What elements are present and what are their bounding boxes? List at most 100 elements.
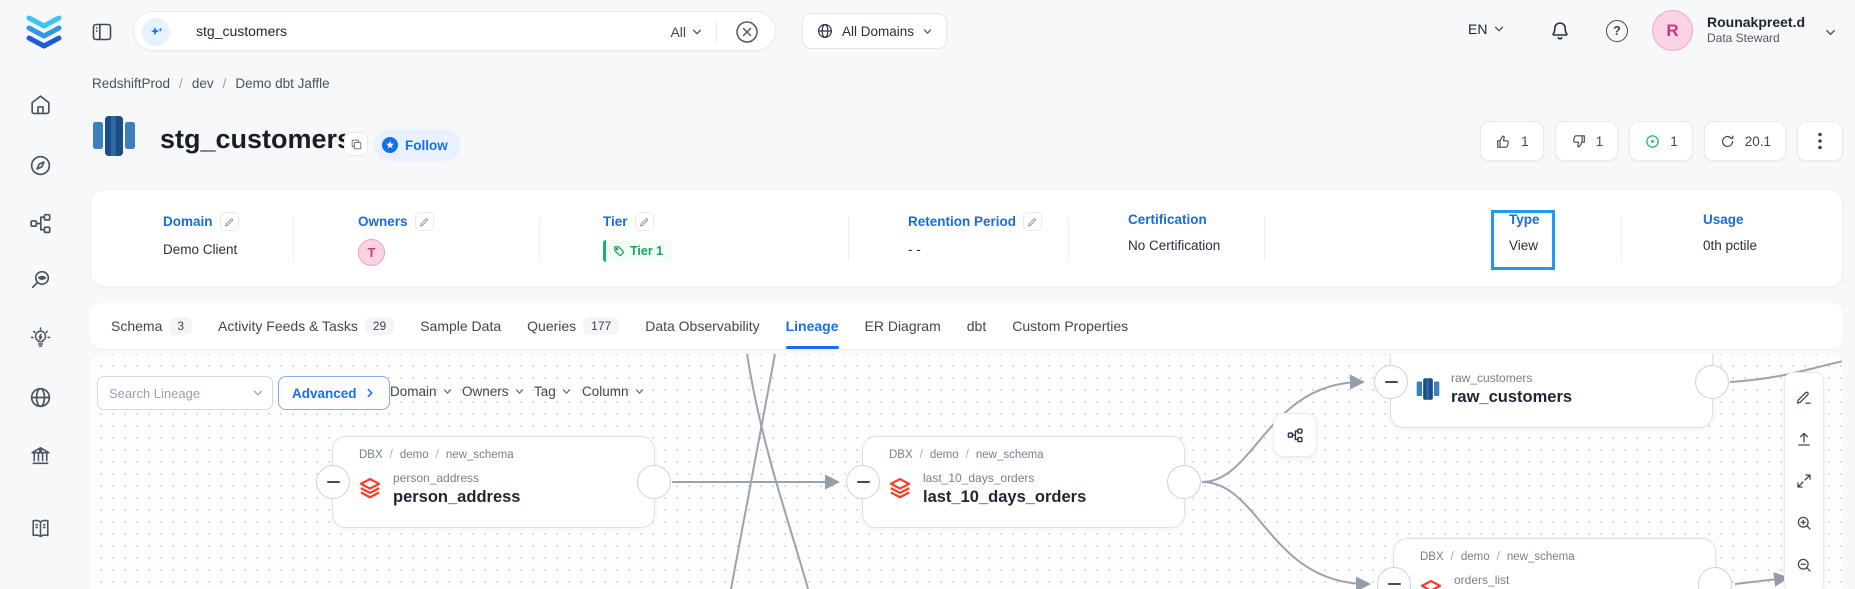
all-domains-button[interactable]: All Domains bbox=[802, 13, 947, 49]
sidebar-item-govern[interactable] bbox=[28, 443, 53, 468]
node-output-handle[interactable] bbox=[1698, 567, 1732, 589]
breadcrumb: RedshiftProd / dev / Demo dbt Jaffle bbox=[92, 76, 330, 91]
openmetadata-logo-icon[interactable] bbox=[24, 10, 64, 52]
lineage-search-input[interactable] bbox=[97, 376, 273, 410]
edit-domain-icon[interactable] bbox=[220, 212, 239, 231]
fullscreen-icon[interactable] bbox=[1789, 465, 1819, 496]
sidebar-item-explore[interactable] bbox=[28, 153, 53, 178]
follow-button[interactable]: ★ Follow bbox=[374, 129, 461, 161]
node-output-handle[interactable] bbox=[637, 465, 671, 499]
tier-badge[interactable]: Tier 1 bbox=[603, 240, 672, 262]
user-avatar[interactable]: R bbox=[1652, 10, 1693, 51]
search-scope-dropdown[interactable]: All bbox=[670, 12, 703, 52]
certification-label[interactable]: Certification bbox=[1128, 212, 1207, 227]
retention-label[interactable]: Retention Period bbox=[908, 214, 1016, 229]
collapse-upstream-handle[interactable] bbox=[846, 465, 880, 499]
tab-activity-feeds[interactable]: Activity Feeds & Tasks 29 bbox=[218, 303, 394, 349]
kebab-menu-icon bbox=[1818, 132, 1822, 150]
node-database: demo bbox=[1461, 551, 1490, 563]
node-display-name: person_address bbox=[393, 488, 520, 507]
usage-value: 0th pctile bbox=[1703, 238, 1757, 253]
tab-schema[interactable]: Schema 3 bbox=[111, 303, 192, 349]
owner-avatar[interactable]: T bbox=[358, 239, 385, 266]
breadcrumb-service[interactable]: RedshiftProd bbox=[92, 76, 170, 91]
user-menu[interactable]: Rounakpreet.d Data Steward bbox=[1707, 13, 1805, 47]
tasks-button[interactable]: 1 bbox=[1629, 121, 1693, 161]
edit-lineage-icon[interactable] bbox=[1789, 381, 1819, 412]
sidebar-item-home[interactable] bbox=[28, 92, 53, 117]
sidebar-item-domains[interactable] bbox=[28, 385, 53, 410]
language-dropdown[interactable]: EN bbox=[1468, 21, 1505, 37]
task-target-icon bbox=[1644, 133, 1661, 150]
lineage-filter-tag[interactable]: Tag bbox=[534, 384, 572, 399]
avatar-initial: R bbox=[1666, 21, 1678, 41]
upvote-button[interactable]: 1 bbox=[1480, 121, 1544, 161]
node-display-name: last_10_days_orders bbox=[923, 488, 1086, 507]
help-icon[interactable]: ? bbox=[1606, 20, 1628, 42]
task-count: 1 bbox=[1670, 134, 1678, 149]
tab-sample-data[interactable]: Sample Data bbox=[420, 303, 501, 349]
lineage-node-last-10-days-orders[interactable]: DBX / demo / new_schema last_10_days_ord… bbox=[862, 436, 1185, 528]
sidebar-item-insights[interactable] bbox=[28, 326, 53, 351]
chevron-down-icon bbox=[922, 26, 933, 37]
tab-queries[interactable]: Queries 177 bbox=[527, 303, 619, 349]
chevron-down-icon bbox=[1493, 23, 1505, 35]
thumbs-up-icon bbox=[1495, 133, 1512, 150]
node-output-handle[interactable] bbox=[1167, 465, 1201, 499]
lineage-filter-owners[interactable]: Owners bbox=[462, 384, 525, 399]
type-label: Type bbox=[1509, 212, 1540, 227]
follow-label: Follow bbox=[405, 138, 448, 153]
sidebar-item-data-flow[interactable] bbox=[28, 211, 53, 236]
page-title: stg_customers bbox=[160, 124, 352, 155]
version-button[interactable]: 20.1 bbox=[1704, 121, 1786, 161]
sidebar-item-observability[interactable] bbox=[28, 268, 53, 293]
user-name: Rounakpreet.d bbox=[1707, 13, 1805, 31]
edit-owners-icon[interactable] bbox=[415, 212, 434, 231]
breadcrumb-schema[interactable]: Demo dbt Jaffle bbox=[235, 76, 329, 91]
node-name: orders_list bbox=[1454, 573, 1538, 587]
tab-dbt[interactable]: dbt bbox=[967, 303, 986, 349]
lineage-filter-domain[interactable]: Domain bbox=[390, 384, 453, 399]
sidebar-item-glossary[interactable] bbox=[28, 516, 53, 541]
lineage-canvas[interactable]: Advanced Domain Owners Tag Column bbox=[90, 354, 1843, 589]
clear-search-icon[interactable] bbox=[735, 20, 759, 44]
advanced-lineage-button[interactable]: Advanced bbox=[278, 376, 390, 410]
lineage-search[interactable] bbox=[97, 376, 273, 410]
collapse-upstream-handle[interactable] bbox=[1374, 365, 1408, 399]
sidebar-collapse-icon[interactable] bbox=[90, 20, 114, 44]
downvote-button[interactable]: 1 bbox=[1555, 121, 1619, 161]
breadcrumb-separator: / bbox=[1497, 551, 1500, 563]
breadcrumb-database[interactable]: dev bbox=[192, 76, 214, 91]
breadcrumb-separator: / bbox=[223, 76, 227, 91]
user-menu-chevron-icon[interactable] bbox=[1824, 26, 1837, 39]
edit-retention-icon[interactable] bbox=[1023, 212, 1042, 231]
edge-pipeline-badge[interactable] bbox=[1273, 413, 1317, 457]
entity-actions: 1 1 1 20.1 bbox=[1480, 121, 1843, 161]
tier-label[interactable]: Tier bbox=[603, 214, 628, 229]
more-options-button[interactable] bbox=[1797, 121, 1843, 161]
tab-custom-properties[interactable]: Custom Properties bbox=[1012, 303, 1128, 349]
domain-label[interactable]: Domain bbox=[163, 214, 213, 229]
tab-er-diagram[interactable]: ER Diagram bbox=[865, 303, 941, 349]
export-lineage-icon[interactable] bbox=[1789, 423, 1819, 454]
edit-tier-icon[interactable] bbox=[635, 212, 654, 231]
search-input[interactable] bbox=[194, 12, 564, 50]
tab-data-observability[interactable]: Data Observability bbox=[645, 303, 759, 349]
notifications-bell-icon[interactable] bbox=[1548, 19, 1572, 43]
zoom-in-icon[interactable] bbox=[1789, 507, 1819, 538]
lineage-node-person-address[interactable]: DBX / demo / new_schema person_address p… bbox=[332, 436, 655, 528]
breadcrumb-separator: / bbox=[920, 449, 923, 461]
global-search-bar[interactable]: All bbox=[133, 11, 776, 51]
collapse-upstream-handle[interactable] bbox=[1377, 567, 1411, 589]
collapse-upstream-handle[interactable] bbox=[316, 465, 350, 499]
lineage-node-raw-customers[interactable]: raw_customers raw_customers bbox=[1390, 354, 1713, 428]
owners-label[interactable]: Owners bbox=[358, 214, 408, 229]
node-output-handle[interactable] bbox=[1695, 365, 1729, 399]
info-divider bbox=[539, 217, 540, 261]
zoom-out-icon[interactable] bbox=[1789, 549, 1819, 580]
copy-name-icon[interactable] bbox=[344, 132, 368, 156]
breadcrumb-separator: / bbox=[179, 76, 183, 91]
lineage-filter-column[interactable]: Column bbox=[582, 384, 645, 399]
tab-lineage[interactable]: Lineage bbox=[786, 303, 839, 349]
lineage-node-orders-list[interactable]: DBX / demo / new_schema orders_list orde… bbox=[1393, 538, 1716, 589]
